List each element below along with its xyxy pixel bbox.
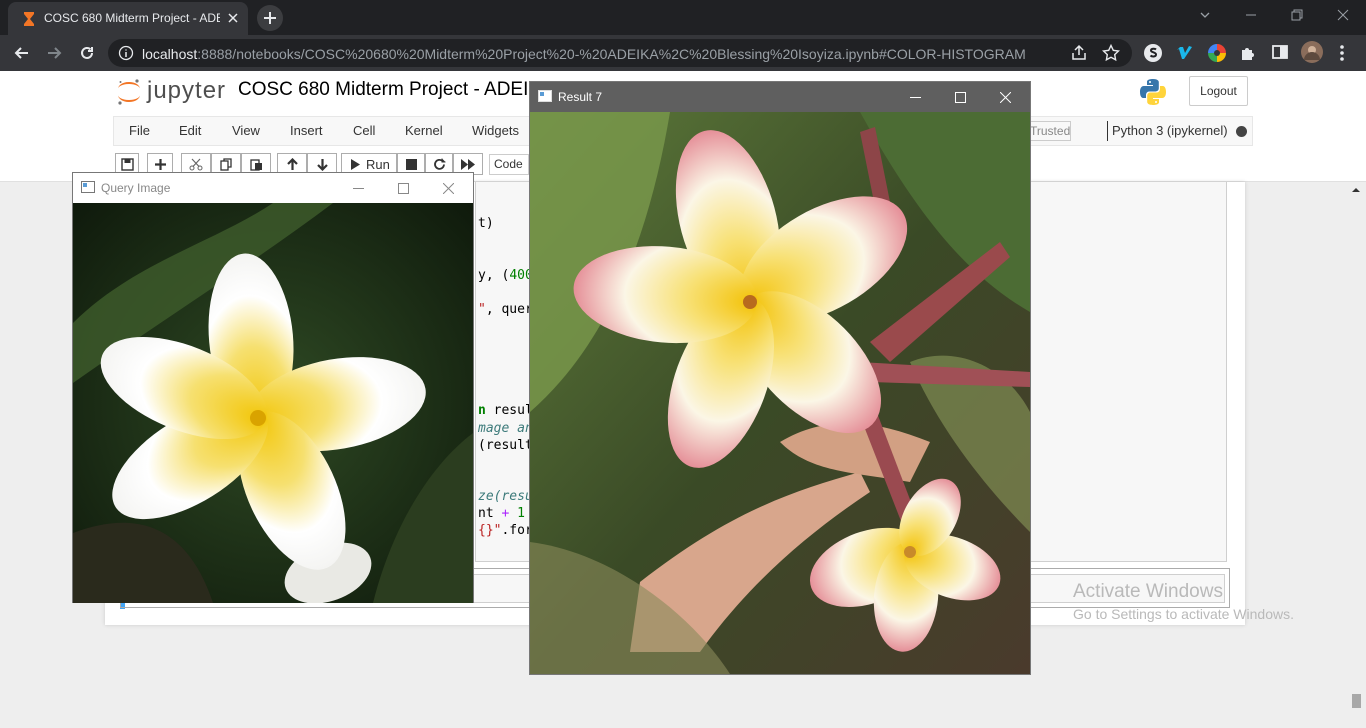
address-bar[interactable]: localhost:8888/notebooks/COSC%20680%20Mi… — [108, 39, 1132, 67]
close-icon[interactable] — [983, 82, 1028, 112]
maximize-icon[interactable] — [381, 173, 426, 203]
browser-tab[interactable]: COSC 680 Midterm Project - ADEIKA, Bless… — [8, 2, 248, 35]
kernel-divider — [1107, 121, 1108, 141]
bookmark-star-icon[interactable] — [1102, 44, 1120, 62]
code-string: " — [478, 302, 486, 317]
kernel-status-indicator — [1236, 126, 1247, 137]
activate-windows-subtitle: Go to Settings to activate Windows. — [1073, 606, 1294, 622]
menu-kernel[interactable]: Kernel — [405, 123, 443, 138]
color-picker-extension-icon[interactable] — [1207, 43, 1227, 63]
extensions-puzzle-icon[interactable] — [1239, 43, 1259, 63]
forward-arrow-icon[interactable] — [44, 43, 64, 63]
window-title-bar[interactable]: Result 7 — [530, 82, 1030, 112]
maximize-icon[interactable] — [938, 82, 983, 112]
result-flower-image — [530, 112, 1030, 674]
jupyter-logo-text: jupyter — [147, 77, 227, 104]
url-text: localhost:8888/notebooks/COSC%20680%20Mi… — [142, 46, 1026, 62]
menu-widgets[interactable]: Widgets — [472, 123, 519, 138]
menu-view[interactable]: View — [232, 123, 260, 138]
new-tab-button[interactable] — [257, 5, 283, 31]
browser-toolbar: localhost:8888/notebooks/COSC%20680%20Mi… — [0, 35, 1366, 71]
extension-s-icon[interactable] — [1143, 43, 1163, 63]
code-line: y, (400 — [478, 268, 533, 283]
query-image-window[interactable]: Query Image — [72, 172, 474, 603]
share-icon[interactable] — [1070, 44, 1088, 62]
url-host: localhost — [142, 46, 198, 62]
window-title-bar[interactable]: Query Image — [73, 173, 473, 203]
side-panel-icon[interactable] — [1271, 43, 1289, 61]
code-line: nt + 1 — [478, 506, 525, 521]
window-title: Query Image — [101, 181, 171, 195]
query-flower-image — [73, 203, 473, 603]
restore-button[interactable] — [1274, 0, 1320, 30]
close-icon[interactable] — [426, 173, 471, 203]
back-arrow-icon[interactable] — [12, 43, 32, 63]
code-comment: ze(resu — [478, 489, 533, 504]
url-path: :8888/notebooks/COSC%20680%20Midterm%20P… — [197, 46, 1026, 62]
code-number: 1 — [509, 506, 525, 521]
code-token: nt — [478, 506, 502, 521]
logout-button[interactable]: Logout — [1189, 76, 1248, 106]
result-image-window[interactable]: Result 7 — [529, 81, 1031, 675]
window-app-icon — [538, 90, 552, 102]
minimize-button[interactable] — [1228, 0, 1274, 30]
site-info-icon[interactable] — [118, 45, 134, 61]
code-token: y, ( — [478, 268, 510, 283]
scroll-up-arrow-icon[interactable] — [1350, 185, 1362, 195]
tab-search-button[interactable] — [1182, 0, 1228, 30]
tab-title: COSC 680 Midterm Project - ADEIKA, Bless… — [44, 11, 220, 25]
close-window-button[interactable] — [1320, 0, 1366, 30]
activate-windows-title: Activate Windows — [1073, 581, 1223, 602]
menu-insert[interactable]: Insert — [290, 123, 323, 138]
code-keyword: n — [478, 403, 486, 418]
python-logo-icon — [1138, 77, 1168, 107]
cell-type-select[interactable]: Code — [489, 154, 529, 175]
chrome-menu-icon[interactable] — [1338, 43, 1346, 63]
code-string: {}" — [478, 523, 502, 538]
minimize-icon[interactable] — [336, 173, 381, 203]
window-app-icon — [81, 181, 95, 193]
kernel-name[interactable]: Python 3 (ipykernel) — [1112, 123, 1228, 138]
close-tab-icon[interactable] — [226, 11, 240, 25]
vimeo-extension-icon[interactable] — [1175, 43, 1195, 63]
window-title: Result 7 — [558, 90, 603, 104]
menu-file[interactable]: File — [129, 123, 150, 138]
run-label: Run — [366, 157, 390, 172]
code-line: (result — [478, 438, 533, 453]
scrollbar-thumb[interactable] — [1352, 694, 1361, 708]
profile-avatar[interactable] — [1301, 41, 1323, 63]
code-line: t) — [478, 216, 494, 231]
menu-cell[interactable]: Cell — [353, 123, 375, 138]
menu-edit[interactable]: Edit — [179, 123, 201, 138]
jupyter-logo-icon[interactable] — [116, 77, 142, 107]
hourglass-icon — [22, 11, 36, 27]
browser-tab-bar: COSC 680 Midterm Project - ADEIKA, Bless… — [0, 0, 1366, 35]
reload-icon[interactable] — [77, 43, 97, 63]
minimize-icon[interactable] — [893, 82, 938, 112]
